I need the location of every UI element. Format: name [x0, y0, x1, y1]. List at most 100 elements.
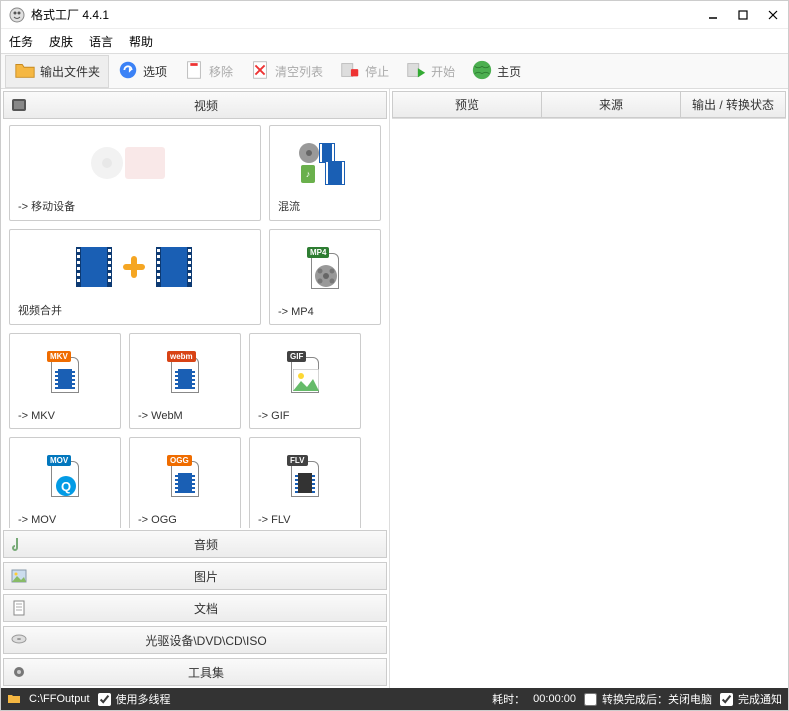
- main-area: 视频 -> 移动设备 ♪: [1, 89, 788, 688]
- category-picture[interactable]: 图片: [3, 562, 387, 590]
- menu-language[interactable]: 语言: [89, 33, 113, 50]
- tile-flv[interactable]: FLV -> FLV: [249, 437, 361, 528]
- tile-mux-label: 混流: [278, 198, 372, 214]
- document-icon: [10, 599, 28, 617]
- audio-icon: [10, 535, 28, 553]
- tile-mkv[interactable]: MKV -> MKV: [9, 333, 121, 429]
- folder-small-icon: [7, 691, 21, 708]
- home-button[interactable]: 主页: [463, 56, 529, 87]
- category-rom[interactable]: 光驱设备\DVD\CD\ISO: [3, 626, 387, 654]
- maximize-button[interactable]: [736, 8, 750, 22]
- start-icon: [405, 59, 427, 84]
- tile-webm[interactable]: webm -> WebM: [129, 333, 241, 429]
- category-picture-label: 图片: [32, 568, 380, 585]
- mov-icon: MOV Q: [18, 444, 112, 510]
- globe-icon: [471, 59, 493, 84]
- tile-mkv-label: -> MKV: [18, 410, 112, 422]
- col-status[interactable]: 输出 / 转换状态: [680, 91, 786, 118]
- mp4-icon: MP4: [278, 236, 372, 302]
- multithread-checkbox[interactable]: 使用多线程: [98, 691, 171, 707]
- menu-task[interactable]: 任务: [9, 33, 33, 50]
- webm-icon: webm: [138, 340, 232, 406]
- video-icon: [10, 96, 28, 114]
- mkv-icon: MKV: [18, 340, 112, 406]
- stop-icon: [339, 59, 361, 84]
- category-tools-label: 工具集: [32, 664, 380, 681]
- notify-checkbox[interactable]: 完成通知: [720, 691, 782, 707]
- video-tiles: -> 移动设备 ♪ 混流: [1, 121, 389, 528]
- tile-mobile[interactable]: -> 移动设备: [9, 125, 261, 221]
- gif-icon: GIF: [258, 340, 352, 406]
- tile-mp4[interactable]: MP4 -> MP4: [269, 229, 381, 325]
- col-preview[interactable]: 预览: [392, 91, 542, 118]
- toolbar: 输出文件夹 选项 移除 清空列表 停止 开始 主页: [1, 53, 788, 89]
- category-audio[interactable]: 音频: [3, 530, 387, 558]
- window-title: 格式工厂 4.4.1: [31, 6, 706, 23]
- start-label: 开始: [431, 63, 455, 80]
- remove-label: 移除: [209, 63, 233, 80]
- svg-text:♪: ♪: [306, 169, 311, 179]
- shutdown-checkbox[interactable]: 转换完成后：关闭电脑: [584, 691, 712, 707]
- tile-flv-label: -> FLV: [258, 514, 352, 526]
- svg-text:Q: Q: [61, 479, 71, 494]
- task-list-body[interactable]: [390, 121, 788, 688]
- menubar: 任务 皮肤 语言 帮助: [1, 29, 788, 53]
- tile-webm-label: -> WebM: [138, 410, 232, 422]
- mobile-icon: [18, 132, 252, 194]
- titlebar: 格式工厂 4.4.1: [1, 1, 788, 29]
- statusbar: C:\FFOutput 使用多线程 耗时： 00:00:00 转换完成后：关闭电…: [1, 688, 788, 710]
- join-icon: [18, 236, 252, 298]
- tile-mux[interactable]: ♪ 混流: [269, 125, 381, 221]
- home-label: 主页: [497, 63, 521, 80]
- menu-skin[interactable]: 皮肤: [49, 33, 73, 50]
- picture-icon: [10, 567, 28, 585]
- category-video[interactable]: 视频: [3, 91, 387, 119]
- output-folder-label: 输出文件夹: [40, 63, 100, 80]
- folder-icon: [14, 59, 36, 84]
- ogg-icon: OGG: [138, 444, 232, 510]
- tile-gif[interactable]: GIF -> GIF: [249, 333, 361, 429]
- mux-icon: ♪: [278, 132, 372, 194]
- task-list-header: 预览 来源 输出 / 转换状态: [392, 91, 786, 119]
- category-document[interactable]: 文档: [3, 594, 387, 622]
- elapsed-value: 00:00:00: [533, 693, 576, 705]
- menu-help[interactable]: 帮助: [129, 33, 153, 50]
- col-source[interactable]: 来源: [541, 91, 681, 118]
- tile-join-label: 视频合并: [18, 302, 252, 318]
- tile-mobile-label: -> 移动设备: [18, 198, 252, 214]
- stop-button[interactable]: 停止: [331, 56, 397, 87]
- tile-mov-label: -> MOV: [18, 514, 112, 526]
- app-icon: [9, 7, 25, 23]
- disc-icon: [10, 631, 28, 649]
- close-button[interactable]: [766, 8, 780, 22]
- tile-ogg-label: -> OGG: [138, 514, 232, 526]
- tile-join[interactable]: 视频合并: [9, 229, 261, 325]
- category-audio-label: 音频: [32, 536, 380, 553]
- tile-mov[interactable]: MOV Q -> MOV: [9, 437, 121, 528]
- start-button[interactable]: 开始: [397, 56, 463, 87]
- options-icon: [117, 59, 139, 84]
- clear-label: 清空列表: [275, 63, 323, 80]
- stop-label: 停止: [365, 63, 389, 80]
- tile-gif-label: -> GIF: [258, 410, 352, 422]
- output-path[interactable]: C:\FFOutput: [29, 693, 90, 705]
- tile-mp4-label: -> MP4: [278, 306, 372, 318]
- remove-button[interactable]: 移除: [175, 56, 241, 87]
- clear-icon: [249, 59, 271, 84]
- flv-icon: FLV: [258, 444, 352, 510]
- elapsed-label: 耗时：: [492, 691, 525, 707]
- minimize-button[interactable]: [706, 8, 720, 22]
- clear-button[interactable]: 清空列表: [241, 56, 331, 87]
- tile-ogg[interactable]: OGG -> OGG: [129, 437, 241, 528]
- output-folder-button[interactable]: 输出文件夹: [5, 55, 109, 88]
- category-tools[interactable]: 工具集: [3, 658, 387, 686]
- left-panel: 视频 -> 移动设备 ♪: [1, 89, 390, 688]
- category-document-label: 文档: [32, 600, 380, 617]
- category-rom-label: 光驱设备\DVD\CD\ISO: [32, 632, 380, 649]
- options-label: 选项: [143, 63, 167, 80]
- options-button[interactable]: 选项: [109, 56, 175, 87]
- category-video-label: 视频: [32, 97, 380, 114]
- remove-icon: [183, 59, 205, 84]
- right-panel: 预览 来源 输出 / 转换状态: [390, 89, 788, 688]
- gear-icon: [10, 663, 28, 681]
